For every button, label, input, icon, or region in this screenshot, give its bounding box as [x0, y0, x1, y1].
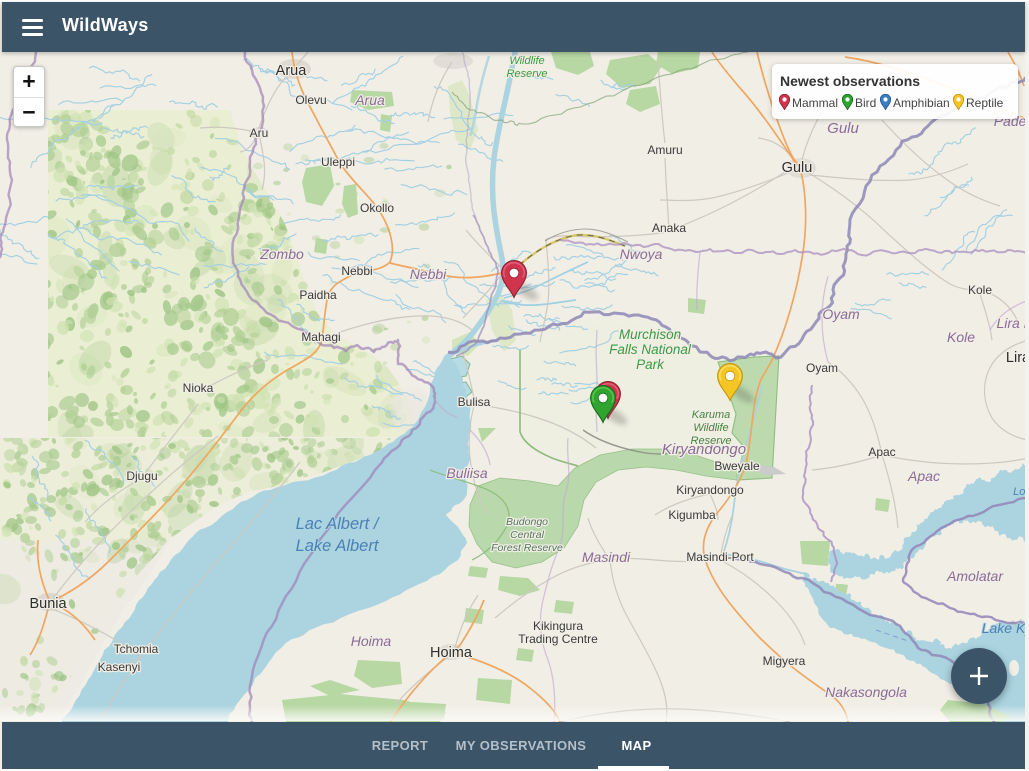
svg-text:Lac Albert /: Lac Albert / — [296, 515, 380, 533]
svg-text:Mahagi: Mahagi — [301, 330, 340, 344]
svg-text:Zombo: Zombo — [259, 246, 304, 262]
svg-text:Lake Ky: Lake Ky — [982, 620, 1029, 636]
svg-text:Bweyale: Bweyale — [714, 459, 760, 473]
svg-text:Amuru: Amuru — [647, 143, 682, 157]
svg-text:Gulu: Gulu — [782, 160, 813, 176]
svg-text:Paidha: Paidha — [299, 288, 337, 302]
svg-text:Masindi-Port: Masindi-Port — [686, 550, 754, 564]
svg-text:Okollo: Okollo — [360, 201, 394, 215]
svg-text:Nebbi: Nebbi — [341, 264, 372, 278]
svg-text:Apac: Apac — [868, 445, 895, 459]
svg-text:Arua: Arua — [354, 92, 385, 108]
svg-text:Kikingura: Kikingura — [533, 619, 583, 633]
svg-text:Hoima: Hoima — [351, 633, 392, 649]
svg-text:Kiryandongo: Kiryandongo — [676, 483, 744, 497]
svg-text:Anaka: Anaka — [652, 221, 686, 235]
svg-text:Gulu: Gulu — [827, 120, 859, 137]
svg-text:Kole: Kole — [947, 329, 975, 345]
svg-text:Bulisa: Bulisa — [458, 395, 491, 409]
svg-text:Wildlife: Wildlife — [509, 55, 544, 67]
svg-text:Lake Albert: Lake Albert — [296, 537, 380, 555]
svg-text:Budongo: Budongo — [506, 516, 548, 528]
svg-text:Aru: Aru — [250, 126, 269, 140]
svg-text:Nwoya: Nwoya — [620, 246, 663, 262]
svg-text:Buliisa: Buliisa — [446, 465, 487, 481]
svg-text:Apac: Apac — [907, 468, 940, 484]
svg-text:Tchomia: Tchomia — [114, 642, 159, 656]
svg-text:Oyam: Oyam — [806, 361, 838, 375]
svg-text:Central: Central — [510, 529, 545, 541]
svg-text:Uleppi: Uleppi — [321, 155, 355, 169]
svg-text:Bunia: Bunia — [29, 596, 67, 612]
svg-text:Nebbi: Nebbi — [410, 266, 447, 282]
svg-text:Nakasongola: Nakasongola — [825, 684, 907, 700]
svg-text:Karuma: Karuma — [692, 409, 731, 421]
svg-text:Oyam: Oyam — [822, 306, 860, 322]
svg-text:Arua: Arua — [276, 63, 308, 79]
svg-text:Hoima: Hoima — [430, 645, 473, 661]
svg-text:Masindi: Masindi — [582, 549, 631, 565]
svg-text:Kole: Kole — [968, 283, 992, 297]
svg-text:Trading Centre: Trading Centre — [518, 632, 598, 646]
svg-text:Wildlife: Wildlife — [693, 422, 728, 434]
svg-text:Amolatar: Amolatar — [946, 568, 1004, 584]
svg-text:Nioka: Nioka — [183, 381, 214, 395]
svg-text:Murchison: Murchison — [619, 327, 681, 342]
svg-text:Kasenyi: Kasenyi — [98, 660, 141, 674]
svg-text:Park: Park — [636, 357, 665, 372]
svg-text:Olevu: Olevu — [295, 93, 326, 107]
svg-text:Reserve: Reserve — [507, 68, 548, 80]
svg-text:Migyera: Migyera — [763, 654, 806, 668]
svg-text:Reserve: Reserve — [691, 435, 732, 447]
svg-text:Falls National: Falls National — [609, 342, 692, 357]
svg-text:Kigumba: Kigumba — [668, 508, 716, 522]
svg-text:Forest Reserve: Forest Reserve — [491, 542, 563, 554]
svg-text:Djugu: Djugu — [126, 469, 157, 483]
